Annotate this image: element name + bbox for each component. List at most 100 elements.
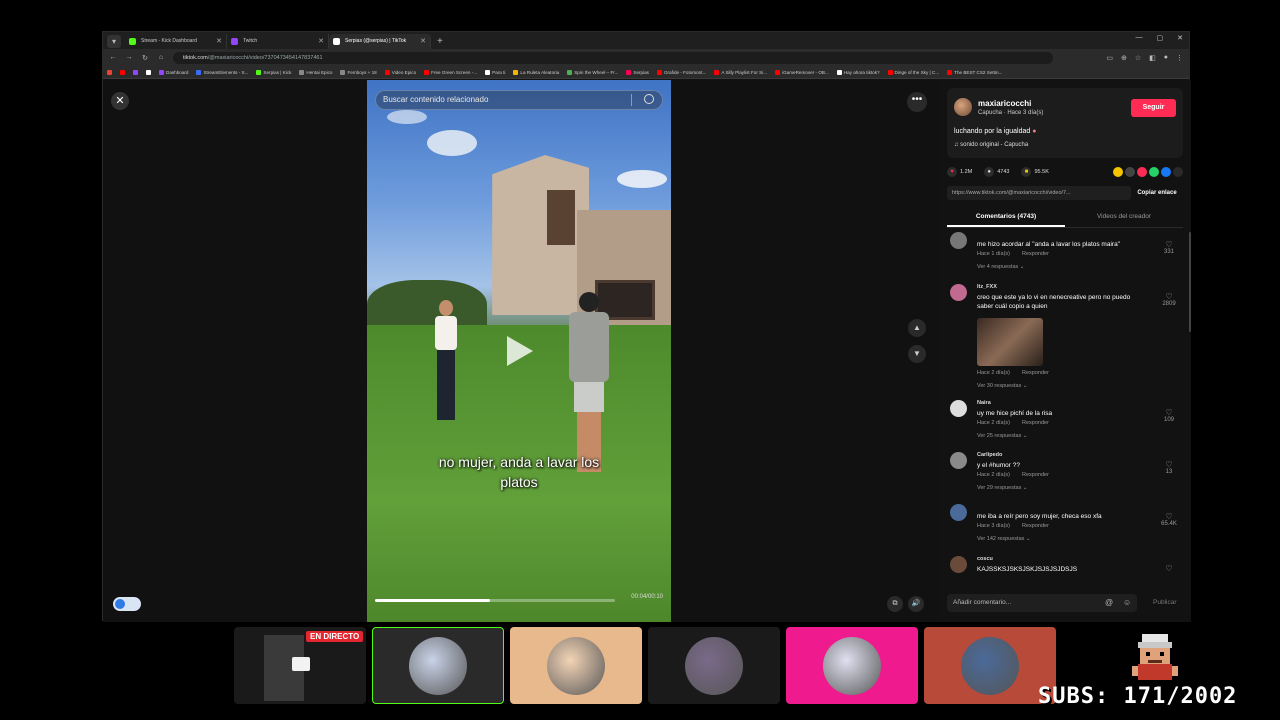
video-progress-bar[interactable]	[375, 599, 615, 602]
url-input[interactable]: tiktok.com/@maxiaricocchi/video/73704734…	[173, 51, 1053, 64]
video-link[interactable]: https://www.tiktok.com/@maxiaricocchi/vi…	[947, 186, 1131, 200]
tab-comments[interactable]: Comentarios (4743)	[947, 208, 1065, 227]
reply-button[interactable]: Responder	[1022, 251, 1049, 257]
maximize-icon[interactable]: ▢	[1157, 34, 1164, 42]
share-icon[interactable]	[1161, 167, 1171, 177]
more-options-button[interactable]: •••	[907, 92, 927, 112]
share-icon[interactable]	[1125, 167, 1135, 177]
comment-avatar[interactable]	[950, 284, 967, 301]
bookmark-item[interactable]: Spin the Wheel – Fr...	[567, 69, 618, 75]
extensions-icon[interactable]: ◧	[1149, 54, 1156, 62]
view-replies-button[interactable]: Ver 142 respuestas ⌄	[977, 536, 1031, 542]
reply-button[interactable]: Responder	[1022, 420, 1049, 426]
comment-image[interactable]	[977, 318, 1043, 366]
comment-like-button[interactable]: ♡ 65.4K	[1159, 512, 1179, 527]
close-tab-icon[interactable]: ✕	[420, 34, 426, 49]
comment-avatar[interactable]	[950, 504, 967, 521]
comment-username[interactable]: coscu	[977, 556, 993, 562]
bookmark-item[interactable]: The BEST CS2 Settin...	[947, 69, 1002, 75]
save-button[interactable]: ■ 95.5K	[1021, 167, 1049, 177]
forward-icon[interactable]: →	[125, 54, 133, 61]
bookmark-item[interactable]: Hay ahora tiktok?	[836, 69, 880, 75]
minimize-icon[interactable]: —	[1136, 34, 1143, 42]
reply-button[interactable]: Responder	[1022, 472, 1049, 478]
tab-tiktok[interactable]: Serpias (@serpias) | TikTok ✕	[329, 34, 431, 49]
follow-button[interactable]: Seguir	[1131, 99, 1176, 117]
bookmark-item[interactable]	[133, 69, 138, 75]
view-replies-button[interactable]: Ver 30 respuestas ⌄	[977, 383, 1027, 389]
mention-icon[interactable]: @	[1105, 594, 1113, 612]
profile-icon[interactable]: ●	[1164, 54, 1168, 62]
share-icon[interactable]	[1137, 167, 1147, 177]
bookmark-item[interactable]: Free Green Screen -...	[424, 69, 477, 75]
reply-button[interactable]: Responder	[1022, 523, 1049, 529]
search-icon[interactable]	[644, 94, 654, 104]
bookmark-item[interactable]	[107, 69, 112, 75]
emoji-picker-icon[interactable]: ☺	[1123, 594, 1131, 612]
comment-avatar[interactable]	[950, 556, 967, 573]
share-icon[interactable]	[1173, 167, 1183, 177]
comment-username[interactable]: Naira	[977, 400, 991, 406]
close-window-icon[interactable]: ✕	[1177, 34, 1183, 42]
comment-like-button[interactable]: ♡ 109	[1159, 408, 1179, 423]
creator-username[interactable]: maxiaricocchi	[978, 99, 1031, 108]
close-tab-icon[interactable]: ✕	[318, 34, 324, 49]
comment-like-button[interactable]: ♡ 13	[1159, 460, 1179, 475]
bookmark-item[interactable]	[120, 69, 125, 75]
back-icon[interactable]: ←	[109, 54, 117, 61]
bookmark-item[interactable]: Dinge of the Sky | C...	[887, 69, 939, 75]
play-icon[interactable]	[507, 336, 533, 366]
like-button[interactable]: ♥ 1.2M	[947, 167, 972, 177]
bookmark-item[interactable]: Video Epico	[384, 69, 416, 75]
volume-icon[interactable]: 🔊	[908, 596, 924, 612]
comment-button[interactable]: ● 4743	[984, 167, 1009, 177]
comment-scrollbar[interactable]	[1189, 232, 1191, 332]
comment-username[interactable]: ltz_FXX	[977, 284, 997, 290]
autoscroll-toggle[interactable]	[113, 597, 141, 611]
menu-icon[interactable]: ⋮	[1176, 54, 1183, 62]
tab-creator-videos[interactable]: Videos del creador	[1065, 208, 1183, 227]
share-icon[interactable]	[1113, 167, 1123, 177]
publish-button[interactable]: Publicar	[1153, 594, 1176, 612]
view-replies-button[interactable]: Ver 4 respuestas ⌄	[977, 264, 1024, 270]
comment-input[interactable]: Añadir comentario... @ ☺	[947, 594, 1137, 612]
bookmark-item[interactable]: Dashboard	[159, 69, 188, 75]
copy-link-button[interactable]: Copiar enlace	[1131, 190, 1183, 196]
comment-avatar[interactable]	[950, 232, 967, 249]
comment-like-button[interactable]: ♡ 331	[1159, 240, 1179, 255]
view-replies-button[interactable]: Ver 29 respuestas ⌄	[977, 485, 1027, 491]
comment-avatar[interactable]	[950, 400, 967, 417]
close-video-button[interactable]: ✕	[111, 92, 129, 110]
bookmark-item[interactable]: iGameRemover - OB...	[775, 69, 829, 75]
creator-avatar[interactable]	[954, 98, 972, 116]
tab-search-icon[interactable]: ▾	[107, 35, 121, 48]
sound-link[interactable]: ♫ sonido original - Capucha	[954, 142, 1028, 148]
bookmark-item[interactable]: Grafide - Fotomont...	[656, 69, 706, 75]
comment-username[interactable]: Carlipedo	[977, 452, 1002, 458]
previous-video-button[interactable]: ▲	[908, 319, 926, 337]
close-tab-icon[interactable]: ✕	[216, 34, 222, 49]
zoom-icon[interactable]: ⊕	[1121, 54, 1127, 62]
reply-button[interactable]: Responder	[1022, 370, 1049, 376]
bookmark-item[interactable]: StreamElements - S...	[196, 69, 248, 75]
reload-icon[interactable]: ↻	[141, 54, 149, 62]
next-video-button[interactable]: ▼	[908, 345, 926, 363]
comment-like-button[interactable]: ♡ 2809	[1159, 292, 1179, 307]
new-tab-icon[interactable]: +	[437, 34, 443, 49]
tab-kick-dashboard[interactable]: Stream - Kick Dashboard ✕	[125, 34, 227, 49]
video-player[interactable]: no mujer, anda a lavar los platos Buscar…	[367, 80, 671, 622]
bookmark-item[interactable]: Serpias | Kick	[256, 69, 291, 75]
comment-like-button[interactable]: ♡	[1159, 564, 1179, 573]
view-replies-button[interactable]: Ver 25 respuestas ⌄	[977, 433, 1027, 439]
bookmark-item[interactable]: Para ti	[485, 69, 505, 75]
bookmark-item[interactable]: Hentai Epico	[299, 69, 332, 75]
picture-in-picture-icon[interactable]: ⧉	[887, 596, 903, 612]
cast-icon[interactable]: ▭	[1106, 54, 1113, 62]
related-search-input[interactable]: Buscar contenido relacionado	[375, 90, 663, 110]
share-icon[interactable]	[1149, 167, 1159, 177]
tab-twitch[interactable]: Twitch ✕	[227, 34, 329, 49]
bookmark-item[interactable]: Femboys + 18	[340, 69, 377, 75]
home-icon[interactable]: ⌂	[157, 54, 165, 61]
bookmark-item[interactable]: A Silly Playlist For Si...	[714, 69, 767, 75]
comment-avatar[interactable]	[950, 452, 967, 469]
